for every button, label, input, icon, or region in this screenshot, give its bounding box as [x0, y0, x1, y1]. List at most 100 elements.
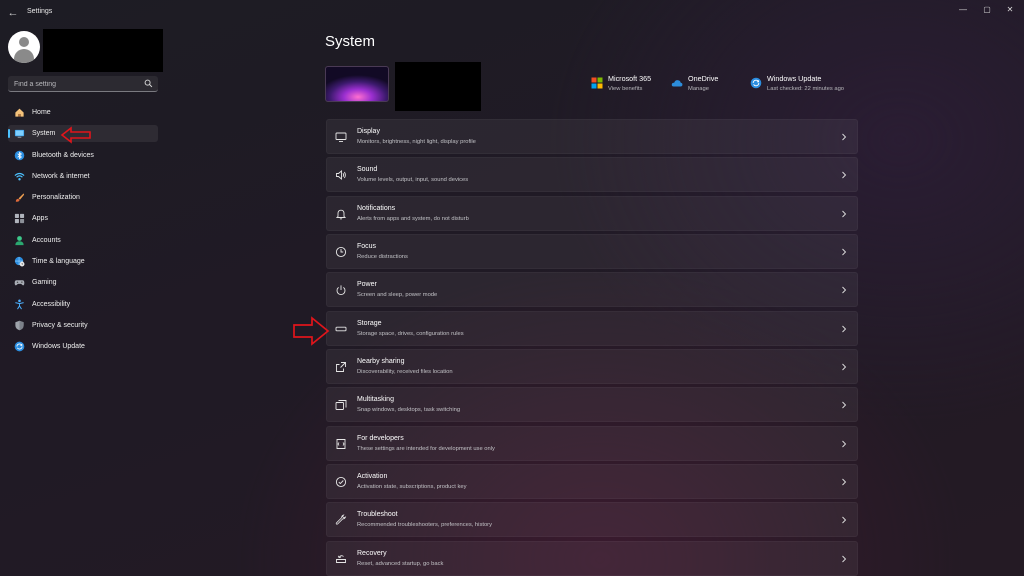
multitasking-icon: [335, 400, 347, 411]
setting-nearby-sharing[interactable]: Nearby sharing Discoverability, received…: [326, 348, 858, 384]
setting-for-developers[interactable]: For developers These settings are intend…: [326, 425, 858, 461]
bluetooth-icon: [14, 150, 25, 160]
chevron-right-icon: [842, 401, 847, 409]
close-button[interactable]: ✕: [999, 3, 1021, 17]
wallpaper-thumbnail[interactable]: [325, 66, 389, 102]
setting-activation[interactable]: Activation Activation state, subscriptio…: [326, 463, 858, 499]
avatar[interactable]: [8, 31, 40, 63]
setting-description: Activation state, subscriptions, product…: [357, 483, 467, 490]
focus-icon: [335, 246, 347, 258]
sidebar-item-label: Time & language: [32, 258, 85, 266]
setting-description: Snap windows, desktops, task switching: [357, 407, 461, 414]
search-box[interactable]: [8, 76, 158, 92]
sidebar-item-label: Apps: [32, 215, 48, 223]
sidebar-item-label: Privacy & security: [32, 321, 88, 329]
setting-description: Volume levels, output, input, sound devi…: [357, 177, 469, 184]
setting-title: Multitasking: [357, 396, 394, 404]
sidebar-item-label: Gaming: [32, 279, 57, 287]
setting-title: Power: [357, 281, 377, 289]
microsoft-365-icon: [591, 77, 603, 89]
bell-icon: [335, 209, 347, 220]
setting-focus[interactable]: Focus Reduce distractions: [326, 233, 858, 269]
search-input[interactable]: [14, 78, 134, 90]
sidebar-item-privacy-security[interactable]: Privacy & security: [8, 317, 158, 334]
sidebar-item-gaming[interactable]: Gaming: [8, 274, 158, 291]
sidebar-item-bluetooth[interactable]: Bluetooth & devices: [8, 147, 158, 164]
setting-description: Screen and sleep, power mode: [357, 292, 438, 299]
quick-link-subtitle: Manage: [688, 86, 709, 92]
display-icon: [335, 132, 347, 142]
speaker-icon: [336, 170, 346, 181]
setting-title: Nearby sharing: [357, 357, 405, 365]
setting-title: Troubleshoot: [357, 511, 398, 519]
setting-sound[interactable]: Sound Volume levels, output, input, soun…: [326, 157, 858, 193]
chevron-right-icon: [842, 133, 847, 141]
chevron-right-icon: [842, 210, 847, 217]
power-icon: [336, 285, 346, 296]
chevron-right-icon: [842, 478, 847, 486]
brush-icon: [15, 193, 25, 202]
back-button[interactable]: ←: [6, 6, 20, 20]
setting-power[interactable]: Power Screen and sleep, power mode: [326, 272, 858, 308]
system-icon: [14, 130, 25, 139]
setting-title: Sound: [357, 166, 378, 174]
accessibility-icon: [15, 299, 24, 310]
wrench-icon: [335, 514, 347, 525]
setting-recovery[interactable]: Recovery Reset, advanced startup, go bac…: [326, 540, 858, 576]
quick-link-title: Microsoft 365: [608, 74, 652, 83]
minimize-button[interactable]: —: [952, 3, 974, 17]
setting-title: Notifications: [357, 204, 396, 212]
setting-title: Storage: [357, 319, 382, 327]
sidebar-item-home[interactable]: Home: [8, 104, 158, 121]
setting-description: Monitors, brightness, night light, displ…: [357, 139, 476, 145]
avatar-head: [19, 37, 29, 47]
chevron-right-icon: [842, 516, 847, 524]
sidebar-item-windows-update[interactable]: Windows Update: [8, 338, 158, 355]
sidebar-item-personalization[interactable]: Personalization: [8, 189, 158, 206]
quick-link-subtitle: Last checked: 22 minutes ago: [767, 86, 845, 92]
setting-title: Recovery: [357, 549, 387, 557]
annotation-arrow-system: [60, 126, 91, 144]
sidebar-item-accessibility[interactable]: Accessibility: [8, 296, 158, 313]
chevron-right-icon: [842, 555, 847, 562]
maximize-button[interactable]: ▢: [976, 3, 998, 17]
setting-storage[interactable]: Storage Storage space, drives, configura…: [326, 310, 858, 346]
sidebar-item-apps[interactable]: Apps: [8, 210, 158, 227]
sidebar-item-label: Network & internet: [32, 172, 90, 180]
page-title: System: [325, 33, 376, 50]
setting-display[interactable]: Display Monitors, brightness, night ligh…: [326, 119, 858, 154]
sidebar-item-label: Personalization: [32, 194, 80, 202]
developer-icon: [336, 438, 346, 449]
chevron-right-icon: [842, 248, 847, 256]
quick-link-subtitle: View benefits: [608, 86, 643, 92]
annotation-arrow-storage: [293, 316, 330, 346]
chevron-right-icon: [842, 440, 847, 447]
windows-update-icon: [750, 77, 762, 89]
search-icon[interactable]: [144, 79, 153, 88]
recovery-icon: [336, 554, 346, 563]
gamepad-icon: [14, 280, 25, 286]
redacted-user-info: [43, 29, 163, 72]
redacted-device-info: [395, 62, 481, 111]
sidebar-item-label: Home: [32, 109, 51, 116]
share-icon: [336, 362, 346, 372]
shield-icon: [15, 320, 24, 331]
setting-description: Storage space, drives, configuration rul…: [357, 330, 464, 337]
sidebar-item-label: Windows Update: [32, 343, 85, 351]
globe-clock-icon: [14, 256, 25, 267]
setting-notifications[interactable]: Notifications Alerts from apps and syste…: [326, 195, 858, 231]
chevron-right-icon: [842, 325, 847, 332]
sidebar-item-network[interactable]: Network & internet: [8, 168, 158, 185]
home-icon: [15, 108, 24, 117]
setting-multitasking[interactable]: Multitasking Snap windows, desktops, tas…: [326, 387, 858, 423]
sidebar-item-accounts[interactable]: Accounts: [8, 232, 158, 249]
setting-description: Discoverability, received files location: [357, 368, 453, 375]
quick-link-title: Windows Update: [767, 74, 822, 83]
sidebar-item-time-language[interactable]: Time & language: [8, 253, 158, 270]
setting-description: Alerts from apps and system, do not dist…: [357, 215, 469, 222]
setting-troubleshoot[interactable]: Troubleshoot Recommended troubleshooters…: [326, 502, 858, 538]
avatar-body: [14, 49, 34, 63]
setting-title: For developers: [357, 434, 404, 442]
apps-icon: [14, 214, 25, 224]
sidebar-item-label: Accounts: [32, 236, 61, 244]
